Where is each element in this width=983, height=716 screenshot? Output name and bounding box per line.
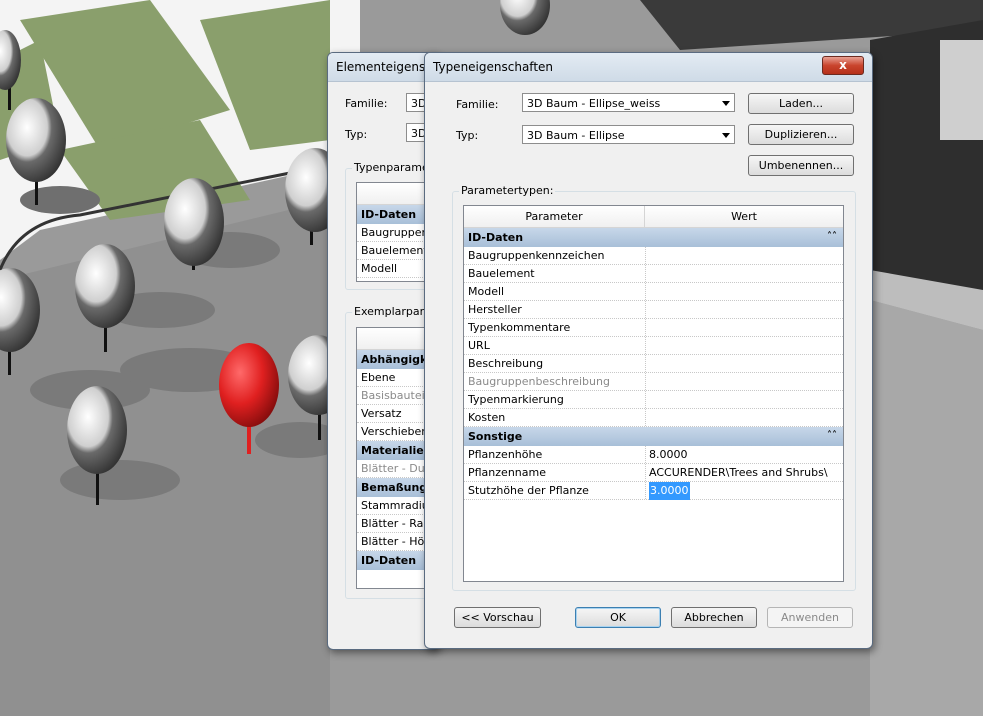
group-header-label: ID-Daten [361, 208, 417, 221]
chevron-down-icon [722, 133, 730, 138]
back-familie-label: Familie: [345, 97, 388, 110]
parameter-row[interactable]: Hersteller [464, 301, 843, 319]
typ-label: Typ: [456, 129, 479, 142]
column-divider [645, 265, 646, 282]
column-divider [645, 337, 646, 354]
column-divider [645, 391, 646, 408]
parameter-name: Modell [468, 285, 505, 298]
parameter-name: Pflanzenhöhe [468, 448, 543, 461]
parameter-name: Verschieben [361, 425, 429, 438]
typ-value: 3D Baum - Ellipse [527, 129, 625, 142]
parameter-row[interactable]: Baugruppenkennzeichen [464, 247, 843, 265]
type-parameter-grid[interactable]: Parameter Wert ID-Daten ˄˄ Baugruppenkennz… [463, 205, 844, 582]
group-header-label: ID-Daten [468, 231, 524, 244]
parameter-name: Baugruppenbeschreibung [468, 375, 610, 388]
parameter-value[interactable]: ACCURENDER\Trees and Shrubs\ [649, 464, 828, 482]
parameter-name: Stutzhöhe der Pflanze [468, 484, 589, 497]
umbenennen-button[interactable]: Umbenennen... [748, 155, 854, 176]
tree-shadow [60, 460, 180, 500]
column-divider [645, 464, 646, 481]
street [0, 200, 330, 716]
close-icon: x [839, 58, 847, 72]
parameter-row[interactable]: Baugruppenbeschreibung [464, 373, 843, 391]
parameter-name: Baugruppenkennzeichen [468, 249, 605, 262]
building-window [940, 40, 983, 140]
collapse-icon[interactable]: ˄˄ [827, 430, 837, 441]
typ-combo[interactable]: 3D Baum - Ellipse [522, 125, 735, 144]
parameter-name: Ebene [361, 371, 396, 384]
parameter-name: Beschreibung [468, 357, 544, 370]
column-divider [645, 409, 646, 426]
parameter-name: Kosten [468, 411, 506, 424]
parameter-name: Bauelement [361, 244, 428, 257]
familie-label: Familie: [456, 98, 499, 111]
familie-combo[interactable]: 3D Baum - Ellipse_weiss [522, 93, 735, 112]
parameter-name: Hersteller [468, 303, 522, 316]
parametertypen-title: Parametertypen: [459, 184, 556, 197]
parameter-name: Basisbauteil [361, 389, 428, 402]
pavement-right [870, 300, 983, 716]
parameter-row[interactable]: Bauelement [464, 265, 843, 283]
type-properties-title: Typeneigenschaften [433, 60, 554, 74]
parameter-row[interactable]: Kosten [464, 409, 843, 427]
parameter-row[interactable]: URL [464, 337, 843, 355]
parameter-name: Typenkommentare [468, 321, 571, 334]
group-header[interactable]: Sonstige ˄˄ [464, 427, 843, 446]
group-header-label: Materialien [361, 444, 432, 457]
vorschau-button[interactable]: << Vorschau [454, 607, 541, 628]
column-divider [645, 301, 646, 318]
column-divider [645, 247, 646, 264]
column-divider [645, 319, 646, 336]
parameter-name: URL [468, 339, 490, 352]
ok-button[interactable]: OK [575, 607, 661, 628]
grid-header: Parameter Wert [464, 206, 843, 228]
parameter-name: Versatz [361, 407, 402, 420]
parameter-name: Bauelement [468, 267, 535, 280]
parameter-row[interactable]: Pflanzenhöhe 8.0000 [464, 446, 843, 464]
type-properties-dialog: Typeneigenschaften x Familie: 3D Baum - … [424, 52, 873, 649]
abbrechen-button[interactable]: Abbrechen [671, 607, 757, 628]
column-header-wert[interactable]: Wert [645, 206, 843, 227]
column-header-parameter[interactable]: Parameter [464, 206, 645, 227]
parameter-row[interactable]: Modell [464, 283, 843, 301]
familie-value: 3D Baum - Ellipse_weiss [527, 97, 661, 110]
parameter-value[interactable]: 8.0000 [649, 446, 688, 464]
chevron-down-icon [722, 101, 730, 106]
type-properties-titlebar[interactable]: Typeneigenschaften x [425, 53, 872, 82]
parameter-row[interactable]: Typenkommentare [464, 319, 843, 337]
anwenden-button[interactable]: Anwenden [767, 607, 853, 628]
group-header-label: ID-Daten [361, 554, 417, 567]
parameter-name: Blätter - Höh [361, 535, 432, 548]
parameter-name: Pflanzenname [468, 466, 546, 479]
parameter-name: Baugruppen [361, 226, 429, 239]
parameter-value[interactable]: 3.0000 [649, 482, 690, 500]
parameter-name: Stammradiu [361, 499, 429, 512]
parameter-name: Blätter - Dur [361, 462, 430, 475]
parameter-name: Modell [361, 262, 398, 275]
laden-button[interactable]: Laden... [748, 93, 854, 114]
parameter-row[interactable]: Typenmarkierung [464, 391, 843, 409]
tree-shadow [20, 186, 100, 214]
column-divider [645, 446, 646, 463]
column-divider [645, 482, 646, 499]
collapse-icon[interactable]: ˄˄ [827, 231, 837, 242]
element-properties-dialog: Elementeigenschaften Familie: 3D Typ: 3D… [327, 52, 439, 650]
column-divider [645, 283, 646, 300]
back-typ-label: Typ: [345, 128, 368, 141]
parameter-row[interactable]: Beschreibung [464, 355, 843, 373]
parameter-name: Blätter - Rad [361, 517, 431, 530]
parameter-name: Typenmarkierung [468, 393, 564, 406]
duplizieren-button[interactable]: Duplizieren... [748, 124, 854, 145]
element-properties-titlebar[interactable]: Elementeigenschaften [328, 53, 438, 82]
group-header-label: Sonstige [468, 430, 523, 443]
parameter-row[interactable]: Pflanzenname ACCURENDER\Trees and Shrubs\ [464, 464, 843, 482]
parameter-row[interactable]: Stutzhöhe der Pflanze 3.0000 [464, 482, 843, 500]
group-header[interactable]: ID-Daten ˄˄ [464, 228, 843, 247]
column-divider [645, 373, 646, 390]
close-button[interactable]: x [822, 56, 864, 75]
column-divider [645, 355, 646, 372]
